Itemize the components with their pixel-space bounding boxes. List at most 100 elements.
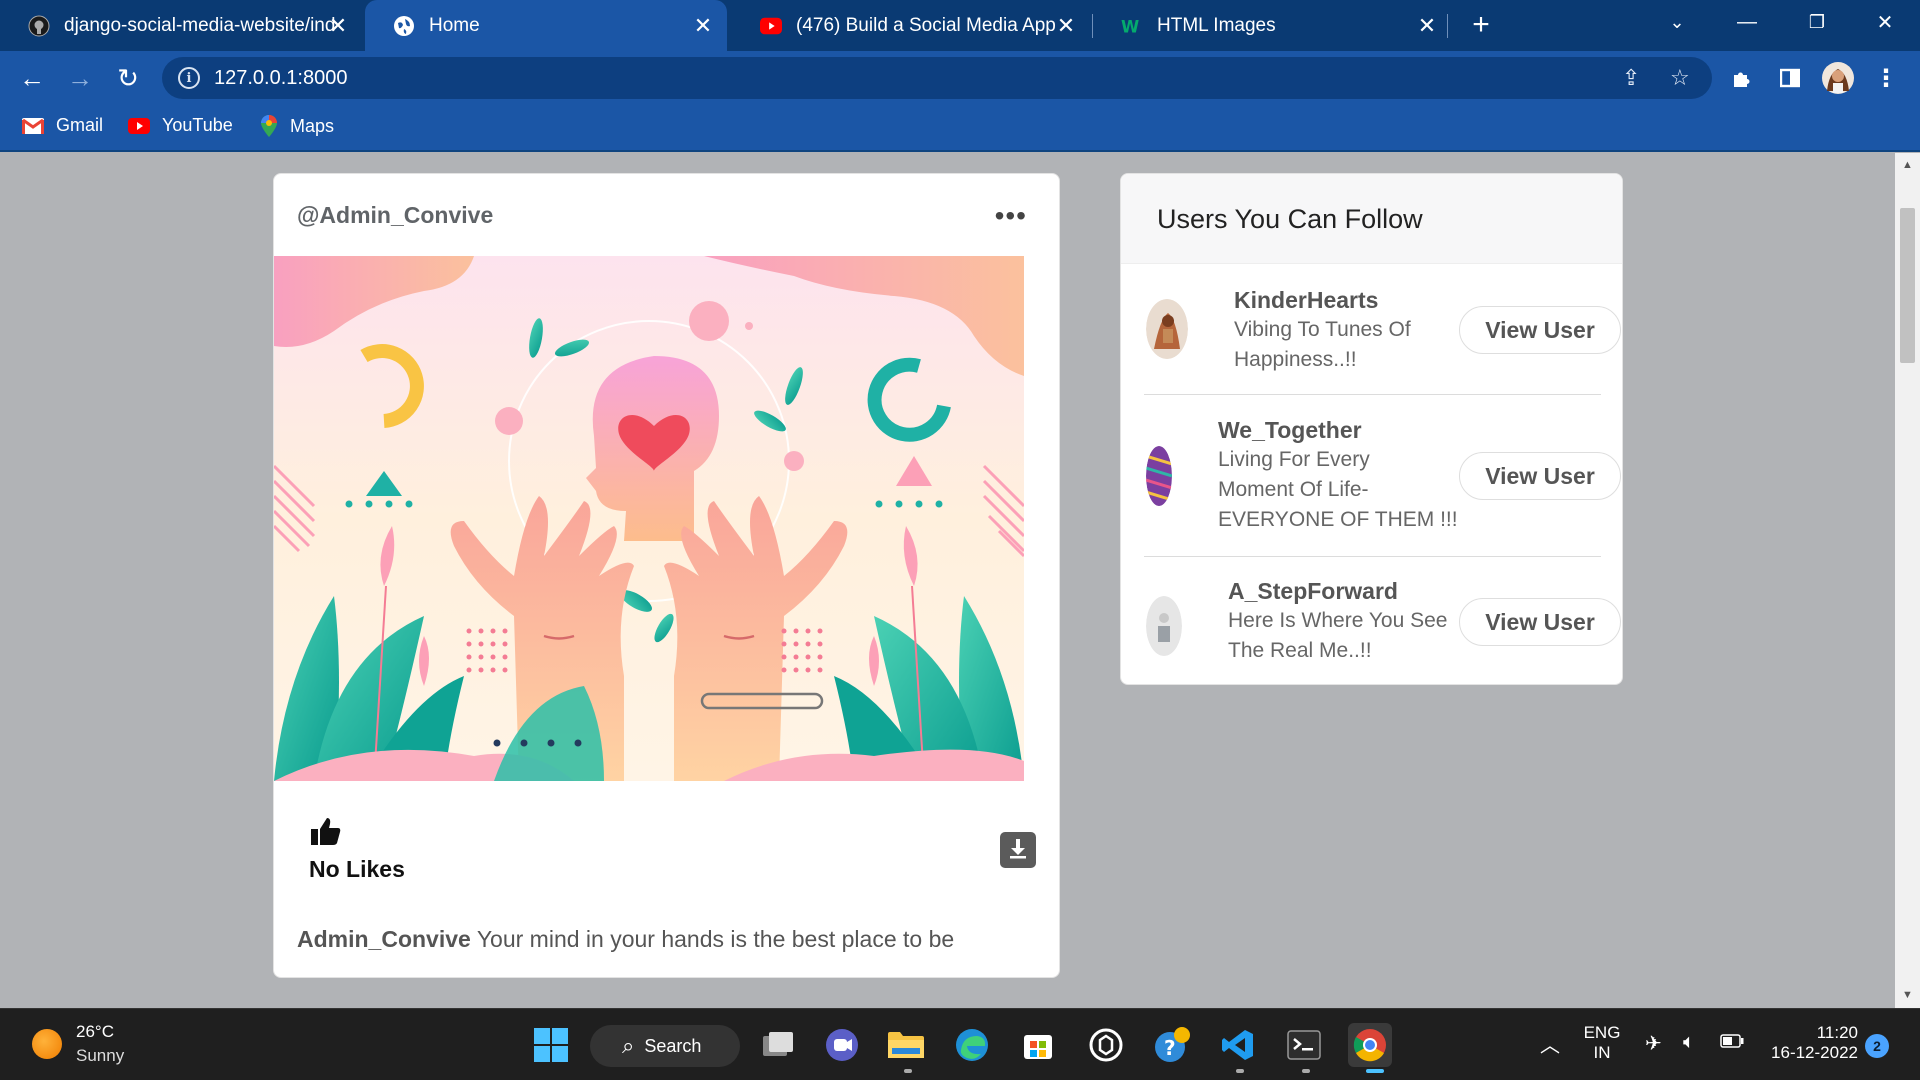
tab-github[interactable]: django-social-media-website/ind ✕ xyxy=(0,0,362,51)
windows-taskbar: 26°C Sunny ⌕ Search ? ︿ ENG IN ✈ 🔈︎ 11:2… xyxy=(0,1008,1920,1080)
file-explorer-icon[interactable] xyxy=(884,1023,928,1067)
suggested-user-row: KinderHearts Vibing To Tunes Of Happines… xyxy=(1144,266,1621,395)
suggested-username[interactable]: We_Together xyxy=(1218,417,1362,444)
follow-card-title: Users You Can Follow xyxy=(1157,204,1423,234)
back-icon[interactable]: ← xyxy=(14,60,50,96)
caption-text: Your mind in your hands is the best plac… xyxy=(476,926,955,952)
search-icon: ⌕ xyxy=(622,1033,635,1058)
view-user-button[interactable]: View User xyxy=(1459,452,1621,500)
suggested-user-bio: Vibing To Tunes Of Happiness..!! xyxy=(1234,315,1411,375)
close-icon[interactable]: ✕ xyxy=(326,13,350,39)
sunny-weather-icon[interactable] xyxy=(32,1029,62,1059)
browser-tab-strip: django-social-media-website/ind ✕ Home ✕… xyxy=(0,0,1920,51)
teams-chat-icon[interactable] xyxy=(820,1023,864,1067)
tab-html-images[interactable]: W HTML Images ✕ xyxy=(1093,0,1451,51)
bookmark-gmail[interactable]: Gmail xyxy=(22,115,103,136)
show-hidden-icons-icon[interactable]: ︿ xyxy=(1540,1029,1560,1058)
tab-title: django-social-media-website/ind xyxy=(64,14,336,36)
chrome-icon[interactable] xyxy=(1348,1023,1392,1067)
download-button[interactable] xyxy=(1000,832,1036,868)
running-indicator xyxy=(1236,1069,1244,1073)
minimize-icon[interactable]: — xyxy=(1720,0,1774,44)
tab-home[interactable]: Home ✕ xyxy=(365,0,727,51)
terminal-icon[interactable] xyxy=(1282,1023,1326,1067)
scrollbar-thumb[interactable] xyxy=(1900,208,1915,363)
page-scrollbar[interactable]: ▲ ▼ xyxy=(1895,153,1920,1008)
bookmark-maps[interactable]: Maps xyxy=(260,115,334,137)
bio-line: The Real Me..!! xyxy=(1228,639,1372,662)
user-avatar[interactable] xyxy=(1146,446,1172,506)
bio-line: Vibing To Tunes Of xyxy=(1234,318,1411,341)
site-info-icon[interactable]: i xyxy=(178,67,200,89)
close-icon[interactable]: ✕ xyxy=(691,13,715,39)
tab-youtube-video[interactable]: (476) Build a Social Media App w ✕ xyxy=(732,0,1090,51)
help-app-icon[interactable]: ? xyxy=(1150,1023,1194,1067)
tab-search-icon[interactable]: ⌄ xyxy=(1650,0,1704,44)
post-caption: Admin_Convive Your mind in your hands is… xyxy=(297,926,954,953)
active-indicator xyxy=(1366,1069,1384,1073)
more-options-icon[interactable]: ••• xyxy=(995,200,1027,232)
bio-line: Living For Every xyxy=(1218,448,1370,471)
suggested-username[interactable]: A_StepForward xyxy=(1228,578,1398,605)
microsoft-store-icon[interactable] xyxy=(1016,1023,1060,1067)
language-indicator[interactable]: ENG IN xyxy=(1580,1023,1624,1063)
taskbar-search[interactable]: ⌕ Search xyxy=(590,1025,740,1067)
close-window-icon[interactable]: ✕ xyxy=(1858,0,1912,44)
close-icon[interactable]: ✕ xyxy=(1054,13,1078,39)
more-menu-icon[interactable]: ⋮ xyxy=(1868,60,1904,96)
suggested-username[interactable]: KinderHearts xyxy=(1234,287,1378,314)
windows-start-icon[interactable] xyxy=(529,1023,573,1067)
youtube-icon xyxy=(128,117,150,134)
weather-temperature[interactable]: 26°C xyxy=(76,1022,114,1042)
view-user-button[interactable]: View User xyxy=(1459,598,1621,646)
side-panel-icon[interactable] xyxy=(1772,60,1808,96)
bookmarks-bar: Gmail YouTube Maps xyxy=(0,105,1920,152)
download-icon xyxy=(1008,837,1028,864)
profile-avatar[interactable] xyxy=(1820,60,1856,96)
follow-suggestions-card: Users You Can Follow KinderHearts Vibing… xyxy=(1120,173,1623,685)
volume-icon[interactable]: 🔈︎ xyxy=(1683,1031,1695,1054)
suggested-user-row: A_StepForward Here Is Where You See The … xyxy=(1144,558,1621,684)
tab-title: (476) Build a Social Media App w xyxy=(796,14,1061,36)
language-code: ENG xyxy=(1583,1023,1621,1042)
user-avatar[interactable] xyxy=(1146,596,1182,656)
post-card: @Admin_Convive ••• No Likes Admin_Conviv… xyxy=(273,173,1060,978)
vscode-icon[interactable] xyxy=(1216,1023,1260,1067)
svg-text:W: W xyxy=(1121,17,1139,35)
close-icon[interactable]: ✕ xyxy=(1415,13,1439,39)
new-tab-button[interactable]: + xyxy=(1464,8,1498,42)
post-image xyxy=(274,256,1024,781)
user-avatar[interactable] xyxy=(1146,299,1188,359)
airplane-mode-icon[interactable]: ✈ xyxy=(1645,1031,1662,1056)
share-icon[interactable]: ⇪ xyxy=(1622,65,1640,91)
search-label: Search xyxy=(644,1035,702,1056)
caption-username[interactable]: Admin_Convive xyxy=(297,926,471,952)
forward-icon[interactable]: → xyxy=(62,60,98,96)
notification-badge[interactable]: 2 xyxy=(1865,1034,1889,1058)
battery-icon[interactable] xyxy=(1720,1033,1744,1053)
tab-title: Home xyxy=(429,14,480,36)
bookmark-label: Maps xyxy=(290,115,335,136)
bookmark-star-icon[interactable]: ☆ xyxy=(1670,65,1690,91)
svg-text:?: ? xyxy=(1164,1036,1176,1060)
view-user-button[interactable]: View User xyxy=(1459,306,1621,354)
tab-separator xyxy=(1447,14,1448,38)
suggested-user-bio: Here Is Where You See The Real Me..!! xyxy=(1228,606,1447,666)
extensions-icon[interactable] xyxy=(1724,60,1760,96)
scroll-down-icon[interactable]: ▼ xyxy=(1895,989,1920,1001)
scroll-up-icon[interactable]: ▲ xyxy=(1895,159,1920,171)
bookmark-youtube[interactable]: YouTube xyxy=(128,115,233,136)
edge-browser-icon[interactable] xyxy=(950,1023,994,1067)
task-view-icon[interactable] xyxy=(756,1023,800,1067)
reload-icon[interactable]: ↻ xyxy=(110,60,146,96)
weather-condition[interactable]: Sunny xyxy=(76,1046,124,1066)
restore-icon[interactable]: ❐ xyxy=(1790,0,1844,44)
chatgpt-app-icon[interactable] xyxy=(1084,1023,1128,1067)
likes-count: No Likes xyxy=(309,856,405,882)
like-thumbs-up-icon[interactable] xyxy=(310,815,342,852)
clock[interactable]: 11:20 16-12-2022 xyxy=(1758,1023,1858,1063)
running-indicator xyxy=(904,1069,912,1073)
post-username[interactable]: @Admin_Convive xyxy=(297,202,493,229)
address-bar[interactable]: i 127.0.0.1:8000 ⇪ ☆ xyxy=(162,57,1712,99)
clock-time: 11:20 xyxy=(1816,1023,1858,1042)
